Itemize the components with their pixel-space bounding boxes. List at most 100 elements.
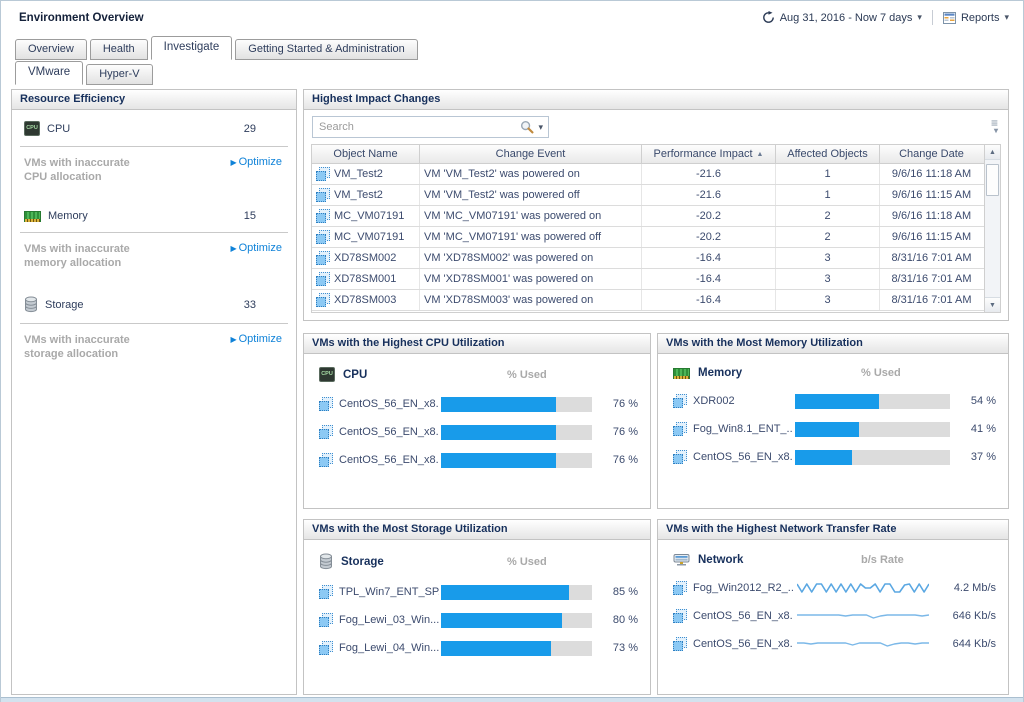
- reports-icon: [943, 12, 956, 24]
- cpu-icon: CPU: [319, 367, 335, 382]
- note-line: VMs with inaccurate: [24, 333, 230, 347]
- resource-note-row: VMs with inaccuratestorage allocation▶Op…: [12, 324, 296, 376]
- column-header[interactable]: Object Name: [312, 145, 420, 163]
- unit-label: b/s Rate: [861, 554, 904, 566]
- search-box[interactable]: ▾: [312, 116, 549, 138]
- performance-impact-cell: -16.4: [642, 269, 776, 289]
- vm-name[interactable]: Fog_Win8.1_ENT_...: [693, 423, 793, 435]
- vm-name[interactable]: CentOS_56_EN_x8...: [339, 398, 439, 410]
- change-date-cell: 9/6/16 11:18 AM: [880, 206, 983, 226]
- time-range-label: Aug 31, 2016 - Now 7 days: [780, 12, 913, 24]
- page-title: Environment Overview: [19, 12, 144, 24]
- cpu-utilization-panel: VMs with the Highest CPU Utilization CPU…: [303, 333, 651, 509]
- change-event-cell: VM 'VM_Test2' was powered on: [420, 164, 642, 184]
- metric-value: 29: [244, 123, 284, 135]
- scroll-down-icon[interactable]: ▼: [985, 297, 1000, 312]
- table-row[interactable]: MC_VM07191VM 'MC_VM07191' was powered of…: [312, 227, 984, 248]
- tab-getting-started-administration[interactable]: Getting Started & Administration: [235, 39, 418, 60]
- optimize-arrow-icon: ▶: [230, 158, 236, 167]
- table-row[interactable]: XD78SM001VM 'XD78SM001' was powered on-1…: [312, 269, 984, 290]
- vm-icon: [673, 422, 687, 436]
- table-row[interactable]: MC_VM07191VM 'MC_VM07191' was powered on…: [312, 206, 984, 227]
- optimize-label: Optimize: [239, 333, 282, 345]
- vertical-scrollbar[interactable]: ▲ ▼: [984, 145, 1000, 312]
- utilization-row: Fog_Lewi_04_Win...73 %: [304, 634, 650, 662]
- optimize-link[interactable]: ▶Optimize: [230, 242, 284, 270]
- metric-label: Storage: [45, 299, 237, 311]
- usage-bar-fill: [441, 453, 556, 468]
- vm-name[interactable]: TPL_Win7_ENT_SP...: [339, 586, 439, 598]
- change-date-cell: 9/6/16 11:18 AM: [880, 164, 983, 184]
- usage-value: 54 %: [960, 395, 996, 407]
- table-row[interactable]: XD78SM002VM 'XD78SM002' was powered on-1…: [312, 248, 984, 269]
- metric-label: CPU: [343, 369, 367, 381]
- note-text: VMs with inaccuratestorage allocation: [24, 333, 230, 361]
- vm-name[interactable]: CentOS_56_EN_x8...: [339, 454, 439, 466]
- table-row[interactable]: XD78SM003VM 'XD78SM003' was powered on-1…: [312, 290, 984, 311]
- optimize-link[interactable]: ▶Optimize: [230, 333, 284, 361]
- column-header[interactable]: Change Event: [420, 145, 642, 163]
- usage-bar-track: [441, 397, 592, 412]
- vm-name[interactable]: Fog_Win2012_R2_...: [693, 582, 793, 594]
- tab-investigate[interactable]: Investigate: [151, 36, 233, 60]
- utilization-row: CentOS_56_EN_x8... 76 %: [304, 418, 650, 446]
- vm-name[interactable]: CentOS_56_EN_x8...: [693, 638, 793, 650]
- impact-changes-table: Object NameChange EventPerformance Impac…: [311, 144, 1001, 313]
- column-header[interactable]: Affected Objects: [776, 145, 880, 163]
- vm-icon: [319, 425, 333, 439]
- utilization-row: CentOS_56_EN_x8...37 %: [658, 443, 1008, 471]
- transfer-sparkline: [797, 580, 929, 596]
- scrollbar-thumb[interactable]: [986, 164, 999, 196]
- table-toolbar: ▾ ≡▾: [304, 110, 1008, 142]
- vm-icon: [316, 293, 330, 307]
- sort-asc-icon: ▲: [757, 151, 764, 158]
- vm-name[interactable]: XDR002: [693, 395, 793, 407]
- subtab-hyper-v[interactable]: Hyper-V: [86, 64, 152, 85]
- panel-title: VMs with the Highest Network Transfer Ra…: [658, 520, 1008, 540]
- panel-subheader: Network b/s Rate: [658, 540, 1008, 574]
- vm-name[interactable]: CentOS_56_EN_x8...: [339, 426, 439, 438]
- reports-button[interactable]: Reports ▾: [943, 12, 1009, 24]
- tab-overview[interactable]: Overview: [15, 39, 87, 60]
- storage-icon: [24, 296, 38, 313]
- panel-rows: TPL_Win7_ENT_SP...85 %Fog_Lewi_03_Win...…: [304, 578, 650, 662]
- scrollbar-track[interactable]: [985, 160, 1000, 297]
- performance-impact-cell: -16.4: [642, 248, 776, 268]
- vm-name[interactable]: Fog_Lewi_04_Win...: [339, 642, 439, 654]
- affected-objects-cell: 2: [776, 227, 880, 247]
- optimize-arrow-icon: ▶: [230, 244, 236, 253]
- table-row[interactable]: VM_Test2VM 'VM_Test2' was powered on-21.…: [312, 164, 984, 185]
- scroll-up-icon[interactable]: ▲: [985, 145, 1000, 160]
- time-range-selector[interactable]: Aug 31, 2016 - Now 7 days ▾: [762, 11, 922, 24]
- usage-bar-track: [441, 641, 592, 656]
- search-input[interactable]: [319, 121, 516, 133]
- column-header[interactable]: Performance Impact▲: [642, 145, 776, 163]
- change-date-cell: 8/31/16 7:01 AM: [880, 290, 983, 310]
- search-icon[interactable]: [520, 120, 534, 134]
- tab-health[interactable]: Health: [90, 39, 148, 60]
- subtab-vmware[interactable]: VMware: [15, 61, 83, 85]
- memory-icon: [673, 368, 690, 379]
- search-options-chevron-icon[interactable]: ▾: [538, 123, 543, 132]
- optimize-link[interactable]: ▶Optimize: [230, 156, 284, 184]
- network-transfer-panel: VMs with the Highest Network Transfer Ra…: [657, 519, 1009, 695]
- vm-name[interactable]: Fog_Lewi_03_Win...: [339, 614, 439, 626]
- vm-name[interactable]: CentOS_56_EN_x8...: [693, 451, 793, 463]
- column-header[interactable]: Change Date: [880, 145, 983, 163]
- table-row[interactable]: VM_Test2VM 'VM_Test2' was powered off-21…: [312, 185, 984, 206]
- usage-bar-track: [795, 422, 950, 437]
- metric-label: Network: [698, 554, 743, 566]
- panel-rows: XDR00254 %Fog_Win8.1_ENT_...41 %CentOS_5…: [658, 387, 1008, 471]
- performance-impact-cell: -16.4: [642, 290, 776, 310]
- table-customizer-icon[interactable]: ≡▾: [991, 118, 998, 136]
- usage-value: 76 %: [602, 426, 638, 438]
- resource-efficiency-body: CPUCPU29VMs with inaccurateCPU allocatio…: [12, 110, 296, 376]
- top-bar: Environment Overview Aug 31, 2016 - Now …: [1, 1, 1023, 37]
- vm-icon: [673, 609, 687, 623]
- vm-name[interactable]: CentOS_56_EN_x8...: [693, 610, 793, 622]
- vm-icon: [319, 397, 333, 411]
- resource-note-row: VMs with inaccurateCPU allocation▶Optimi…: [12, 147, 296, 199]
- network-row: CentOS_56_EN_x8...644 Kb/s: [658, 630, 1008, 658]
- unit-label: % Used: [861, 367, 901, 379]
- divider: [932, 10, 933, 25]
